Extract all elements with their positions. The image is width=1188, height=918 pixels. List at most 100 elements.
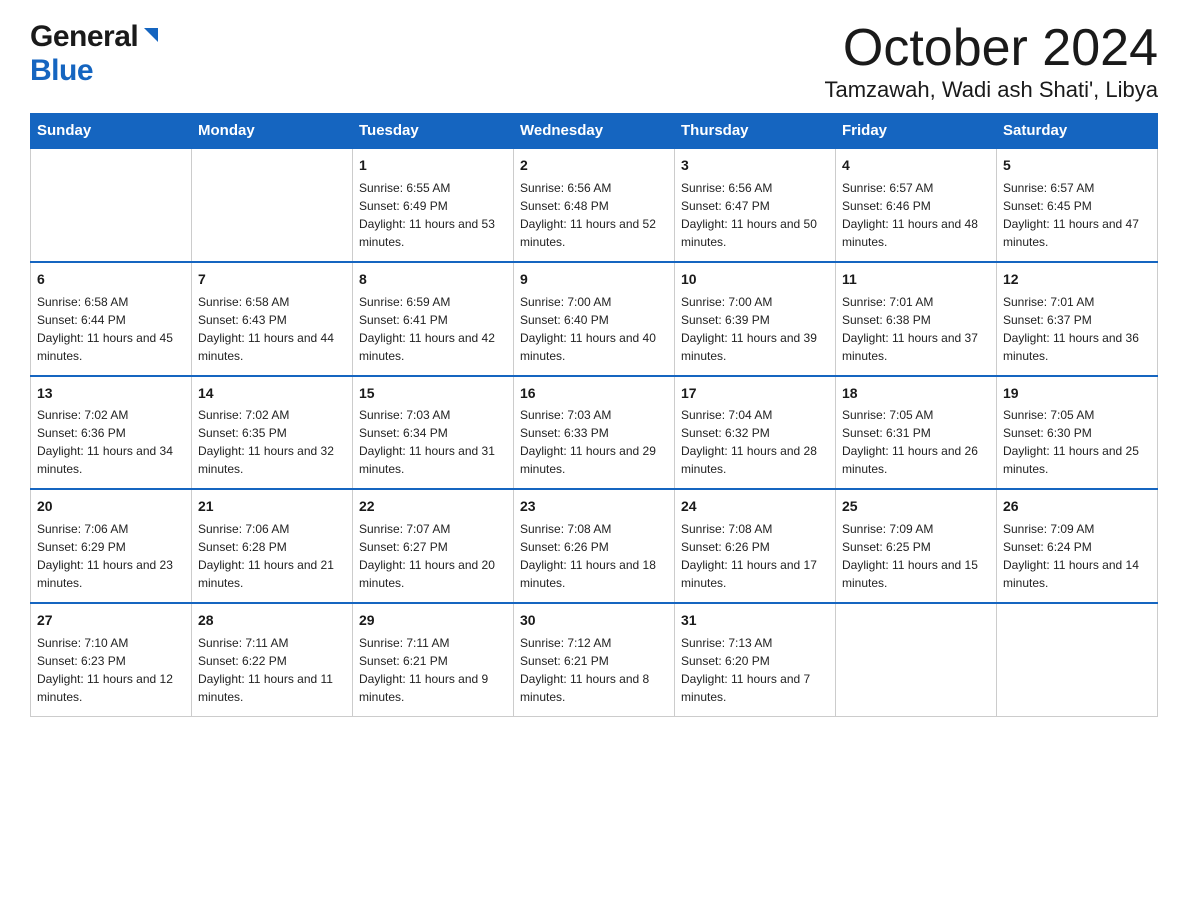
calendar-cell: 7Sunrise: 6:58 AMSunset: 6:43 PMDaylight… (192, 262, 353, 376)
calendar-cell (836, 603, 997, 716)
day-number: 25 (842, 496, 990, 518)
day-number: 18 (842, 383, 990, 405)
day-info: Sunrise: 6:56 AMSunset: 6:48 PMDaylight:… (520, 179, 668, 251)
weekday-header-sunday: Sunday (31, 114, 192, 149)
day-number: 16 (520, 383, 668, 405)
day-info: Sunrise: 7:13 AMSunset: 6:20 PMDaylight:… (681, 634, 829, 706)
weekday-header-saturday: Saturday (997, 114, 1158, 149)
day-number: 17 (681, 383, 829, 405)
day-info: Sunrise: 6:57 AMSunset: 6:45 PMDaylight:… (1003, 179, 1151, 251)
calendar-cell (192, 148, 353, 262)
calendar-table: SundayMondayTuesdayWednesdayThursdayFrid… (30, 113, 1158, 716)
day-info: Sunrise: 7:08 AMSunset: 6:26 PMDaylight:… (520, 520, 668, 592)
calendar-cell: 4Sunrise: 6:57 AMSunset: 6:46 PMDaylight… (836, 148, 997, 262)
calendar-cell: 2Sunrise: 6:56 AMSunset: 6:48 PMDaylight… (514, 148, 675, 262)
calendar-cell: 9Sunrise: 7:00 AMSunset: 6:40 PMDaylight… (514, 262, 675, 376)
day-info: Sunrise: 6:56 AMSunset: 6:47 PMDaylight:… (681, 179, 829, 251)
calendar-cell: 28Sunrise: 7:11 AMSunset: 6:22 PMDayligh… (192, 603, 353, 716)
day-info: Sunrise: 6:57 AMSunset: 6:46 PMDaylight:… (842, 179, 990, 251)
day-info: Sunrise: 7:11 AMSunset: 6:21 PMDaylight:… (359, 634, 507, 706)
day-info: Sunrise: 7:06 AMSunset: 6:29 PMDaylight:… (37, 520, 185, 592)
calendar-cell: 11Sunrise: 7:01 AMSunset: 6:38 PMDayligh… (836, 262, 997, 376)
calendar-cell: 14Sunrise: 7:02 AMSunset: 6:35 PMDayligh… (192, 376, 353, 490)
day-info: Sunrise: 7:02 AMSunset: 6:35 PMDaylight:… (198, 406, 346, 478)
header: General Blue October 2024 Tamzawah, Wadi… (30, 20, 1158, 103)
day-number: 6 (37, 269, 185, 291)
logo-arrow-icon (140, 24, 162, 51)
calendar-cell: 24Sunrise: 7:08 AMSunset: 6:26 PMDayligh… (675, 489, 836, 603)
weekday-header-wednesday: Wednesday (514, 114, 675, 149)
weekday-header-monday: Monday (192, 114, 353, 149)
calendar-cell: 17Sunrise: 7:04 AMSunset: 6:32 PMDayligh… (675, 376, 836, 490)
weekday-header-tuesday: Tuesday (353, 114, 514, 149)
day-number: 4 (842, 155, 990, 177)
day-info: Sunrise: 7:06 AMSunset: 6:28 PMDaylight:… (198, 520, 346, 592)
day-number: 27 (37, 610, 185, 632)
day-number: 31 (681, 610, 829, 632)
day-number: 24 (681, 496, 829, 518)
calendar-cell: 1Sunrise: 6:55 AMSunset: 6:49 PMDaylight… (353, 148, 514, 262)
calendar-week-2: 6Sunrise: 6:58 AMSunset: 6:44 PMDaylight… (31, 262, 1158, 376)
weekday-header-thursday: Thursday (675, 114, 836, 149)
calendar-cell: 5Sunrise: 6:57 AMSunset: 6:45 PMDaylight… (997, 148, 1158, 262)
day-number: 20 (37, 496, 185, 518)
calendar-cell: 26Sunrise: 7:09 AMSunset: 6:24 PMDayligh… (997, 489, 1158, 603)
calendar-cell: 10Sunrise: 7:00 AMSunset: 6:39 PMDayligh… (675, 262, 836, 376)
calendar-cell: 6Sunrise: 6:58 AMSunset: 6:44 PMDaylight… (31, 262, 192, 376)
day-number: 10 (681, 269, 829, 291)
calendar-cell: 16Sunrise: 7:03 AMSunset: 6:33 PMDayligh… (514, 376, 675, 490)
calendar-cell: 12Sunrise: 7:01 AMSunset: 6:37 PMDayligh… (997, 262, 1158, 376)
day-number: 12 (1003, 269, 1151, 291)
day-info: Sunrise: 7:11 AMSunset: 6:22 PMDaylight:… (198, 634, 346, 706)
calendar-cell: 31Sunrise: 7:13 AMSunset: 6:20 PMDayligh… (675, 603, 836, 716)
day-info: Sunrise: 7:09 AMSunset: 6:24 PMDaylight:… (1003, 520, 1151, 592)
day-info: Sunrise: 7:09 AMSunset: 6:25 PMDaylight:… (842, 520, 990, 592)
calendar-cell: 8Sunrise: 6:59 AMSunset: 6:41 PMDaylight… (353, 262, 514, 376)
logo-general-text: General (30, 20, 138, 54)
calendar-week-3: 13Sunrise: 7:02 AMSunset: 6:36 PMDayligh… (31, 376, 1158, 490)
weekday-header-friday: Friday (836, 114, 997, 149)
calendar-cell: 15Sunrise: 7:03 AMSunset: 6:34 PMDayligh… (353, 376, 514, 490)
day-info: Sunrise: 7:05 AMSunset: 6:30 PMDaylight:… (1003, 406, 1151, 478)
title-section: October 2024 Tamzawah, Wadi ash Shati', … (824, 20, 1158, 103)
day-info: Sunrise: 6:58 AMSunset: 6:44 PMDaylight:… (37, 293, 185, 365)
day-number: 26 (1003, 496, 1151, 518)
day-number: 23 (520, 496, 668, 518)
calendar-week-4: 20Sunrise: 7:06 AMSunset: 6:29 PMDayligh… (31, 489, 1158, 603)
day-info: Sunrise: 7:04 AMSunset: 6:32 PMDaylight:… (681, 406, 829, 478)
day-number: 19 (1003, 383, 1151, 405)
month-title: October 2024 (824, 20, 1158, 77)
day-number: 13 (37, 383, 185, 405)
calendar-cell: 25Sunrise: 7:09 AMSunset: 6:25 PMDayligh… (836, 489, 997, 603)
location-title: Tamzawah, Wadi ash Shati', Libya (824, 77, 1158, 103)
day-number: 7 (198, 269, 346, 291)
day-info: Sunrise: 7:03 AMSunset: 6:33 PMDaylight:… (520, 406, 668, 478)
logo: General Blue (30, 20, 162, 88)
day-number: 29 (359, 610, 507, 632)
day-number: 9 (520, 269, 668, 291)
calendar-cell: 21Sunrise: 7:06 AMSunset: 6:28 PMDayligh… (192, 489, 353, 603)
calendar-cell: 30Sunrise: 7:12 AMSunset: 6:21 PMDayligh… (514, 603, 675, 716)
calendar-cell (31, 148, 192, 262)
day-number: 8 (359, 269, 507, 291)
day-number: 5 (1003, 155, 1151, 177)
calendar-cell: 18Sunrise: 7:05 AMSunset: 6:31 PMDayligh… (836, 376, 997, 490)
day-info: Sunrise: 7:10 AMSunset: 6:23 PMDaylight:… (37, 634, 185, 706)
day-info: Sunrise: 7:12 AMSunset: 6:21 PMDaylight:… (520, 634, 668, 706)
day-number: 21 (198, 496, 346, 518)
calendar-cell (997, 603, 1158, 716)
day-number: 28 (198, 610, 346, 632)
day-number: 2 (520, 155, 668, 177)
day-info: Sunrise: 6:59 AMSunset: 6:41 PMDaylight:… (359, 293, 507, 365)
day-info: Sunrise: 7:01 AMSunset: 6:37 PMDaylight:… (1003, 293, 1151, 365)
day-info: Sunrise: 7:07 AMSunset: 6:27 PMDaylight:… (359, 520, 507, 592)
day-info: Sunrise: 6:55 AMSunset: 6:49 PMDaylight:… (359, 179, 507, 251)
day-number: 30 (520, 610, 668, 632)
calendar-week-5: 27Sunrise: 7:10 AMSunset: 6:23 PMDayligh… (31, 603, 1158, 716)
day-info: Sunrise: 6:58 AMSunset: 6:43 PMDaylight:… (198, 293, 346, 365)
calendar-cell: 22Sunrise: 7:07 AMSunset: 6:27 PMDayligh… (353, 489, 514, 603)
day-info: Sunrise: 7:03 AMSunset: 6:34 PMDaylight:… (359, 406, 507, 478)
calendar-cell: 20Sunrise: 7:06 AMSunset: 6:29 PMDayligh… (31, 489, 192, 603)
day-info: Sunrise: 7:02 AMSunset: 6:36 PMDaylight:… (37, 406, 185, 478)
calendar-cell: 3Sunrise: 6:56 AMSunset: 6:47 PMDaylight… (675, 148, 836, 262)
